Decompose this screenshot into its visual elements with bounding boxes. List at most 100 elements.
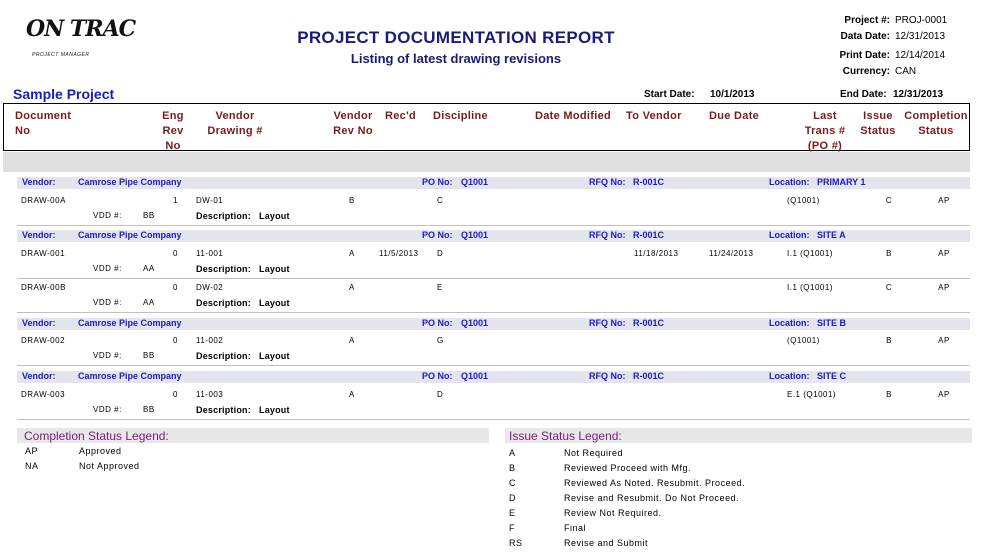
- vdd-label: VDD #:: [93, 405, 122, 414]
- completion-status: AP: [938, 196, 950, 205]
- po-label: PO No:: [422, 371, 453, 381]
- header-spacer-band: [3, 152, 970, 172]
- row-divider: [17, 278, 970, 279]
- eng-rev: 0: [173, 283, 178, 292]
- rfq-value: R-001C: [633, 230, 665, 240]
- vdd-label: VDD #:: [93, 264, 122, 273]
- rfq-value: R-001C: [633, 318, 665, 328]
- legend-code: E: [509, 508, 516, 518]
- description-label: Description:: [196, 264, 251, 274]
- legend-code: A: [509, 448, 516, 458]
- po-value: Q1001: [461, 230, 489, 240]
- location-label: Location:: [769, 318, 810, 328]
- vendor-label: Vendor:: [22, 318, 56, 328]
- po-label: PO No:: [422, 230, 453, 240]
- last-trans: (Q1001): [787, 196, 820, 205]
- data-date-label: Data Date:: [840, 31, 890, 42]
- project-number-label: Project #:: [844, 15, 890, 26]
- po-value: Q1001: [461, 177, 489, 187]
- location-value: SITE C: [817, 371, 847, 381]
- legend-text: Review Not Required.: [564, 508, 662, 518]
- col-last-trans: Last Trans # (PO #): [804, 110, 846, 152]
- last-trans: I.1 (Q1001): [787, 283, 833, 292]
- discipline: D: [437, 249, 444, 258]
- eng-rev: 0: [173, 336, 178, 345]
- vdd-value: BB: [143, 211, 155, 220]
- completion-status: AP: [938, 390, 950, 399]
- legend-code: F: [509, 523, 515, 533]
- vendor-name: Camrose Pipe Company: [78, 177, 182, 187]
- issue-status: C: [885, 283, 893, 292]
- legend-code: NA: [25, 461, 39, 471]
- vdd-value: BB: [143, 405, 155, 414]
- legend-code: B: [509, 463, 516, 473]
- vendor-rev: A: [349, 336, 355, 345]
- issue-status: C: [885, 196, 893, 205]
- location-label: Location:: [769, 177, 810, 187]
- vendor-label: Vendor:: [22, 371, 56, 381]
- vdd-label: VDD #:: [93, 351, 122, 360]
- document-no: DRAW-003: [21, 390, 66, 399]
- vendor-drawing: DW-01: [196, 196, 224, 205]
- vendor-name: Camrose Pipe Company: [78, 371, 182, 381]
- col-to-vendor: To Vendor: [626, 110, 682, 122]
- print-date-label: Print Date:: [839, 50, 890, 61]
- last-trans: (Q1001): [787, 336, 820, 345]
- discipline: G: [437, 336, 444, 345]
- issue-legend-title: Issue Status Legend:: [509, 429, 622, 443]
- vdd-value: BB: [143, 351, 155, 360]
- last-trans: I.1 (Q1001): [787, 249, 833, 258]
- vendor-drawing: DW-02: [196, 283, 224, 292]
- po-value: Q1001: [461, 371, 489, 381]
- start-date-value: 10/1/2013: [710, 89, 755, 100]
- completion-legend-title: Completion Status Legend:: [24, 429, 169, 443]
- vendor-label: Vendor:: [22, 230, 56, 240]
- start-date-label: Start Date:: [644, 89, 695, 100]
- description-label: Description:: [196, 405, 251, 415]
- col-discipline: Discipline: [433, 110, 488, 122]
- discipline: D: [437, 390, 444, 399]
- description-value: Layout: [259, 405, 290, 415]
- vdd-value: AA: [143, 264, 155, 273]
- due-date: 11/24/2013: [709, 249, 754, 258]
- document-no: DRAW-002: [21, 336, 66, 345]
- location-label: Location:: [769, 371, 810, 381]
- vdd-label: VDD #:: [93, 211, 122, 220]
- legend-code: D: [509, 493, 516, 503]
- col-recd: Rec'd: [385, 110, 417, 122]
- last-trans: E.1 (Q1001): [787, 390, 837, 399]
- col-date-modified: Date Modified: [535, 110, 612, 122]
- issue-status: B: [886, 390, 892, 399]
- rfq-label: RFQ No:: [589, 230, 626, 240]
- description-value: Layout: [259, 264, 290, 274]
- end-date-label: End Date:: [840, 89, 887, 100]
- legend-text: Approved: [79, 446, 122, 456]
- vendor-rev: B: [349, 196, 355, 205]
- report-subtitle: Listing of latest drawing revisions: [350, 51, 562, 66]
- eng-rev: 0: [173, 390, 178, 399]
- rfq-label: RFQ No:: [589, 318, 626, 328]
- legend-text: Revise and Submit: [564, 538, 649, 548]
- completion-status: AP: [938, 336, 950, 345]
- col-eng-rev-no: Eng Rev No: [162, 110, 184, 152]
- description-value: Layout: [259, 351, 290, 361]
- vdd-value: AA: [143, 298, 155, 307]
- legend-text: Revise and Resubmit. Do Not Proceed.: [564, 493, 740, 503]
- print-date-value: 12/14/2014: [895, 50, 946, 61]
- vendor-name: Camrose Pipe Company: [78, 230, 182, 240]
- document-no: DRAW-00B: [21, 283, 66, 292]
- project-number-value: PROJ-0001: [895, 15, 948, 26]
- po-value: Q1001: [461, 318, 489, 328]
- vendor-name: Camrose Pipe Company: [78, 318, 182, 328]
- legend-text: Not Approved: [79, 461, 140, 471]
- legend-code: C: [509, 478, 516, 488]
- eng-rev: 0: [173, 249, 178, 258]
- col-vendor-rev-no: Vendor Rev No: [333, 110, 373, 137]
- legend-code: AP: [25, 446, 39, 456]
- vendor-rev: A: [349, 283, 355, 292]
- currency-label: Currency:: [842, 66, 890, 77]
- completion-status: AP: [938, 249, 950, 258]
- location-label: Location:: [769, 230, 810, 240]
- completion-status: AP: [938, 283, 950, 292]
- location-value: SITE A: [817, 230, 846, 240]
